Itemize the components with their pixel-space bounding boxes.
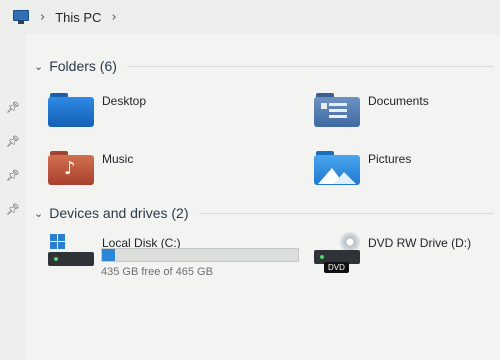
dvd-badge: DVD — [324, 262, 349, 273]
documents-folder-icon — [314, 90, 360, 128]
breadcrumb-chevron-icon[interactable]: › — [111, 10, 116, 25]
folder-documents[interactable]: Documents — [314, 90, 429, 128]
folder-pictures[interactable]: Pictures — [314, 148, 411, 186]
pin-icon[interactable]: 📌︎ — [6, 102, 20, 114]
pin-icon[interactable]: 📌︎ — [6, 170, 20, 182]
pin-icon[interactable]: 📌︎ — [6, 204, 20, 216]
dvd-drive-icon: DVD — [314, 232, 360, 273]
folder-label: Pictures — [368, 152, 412, 166]
pictures-folder-icon — [314, 148, 360, 186]
address-bar[interactable]: › This PC › — [0, 0, 500, 34]
folder-label: Music — [102, 152, 134, 166]
chevron-down-icon[interactable]: ⌄ — [34, 207, 43, 220]
drive-label: DVD RW Drive (D:) — [368, 236, 472, 250]
folder-label: Desktop — [102, 94, 147, 108]
local-disk-icon — [48, 232, 94, 270]
navigation-pane: 📌︎ 📌︎ 📌︎ 📌︎ — [0, 34, 22, 360]
breadcrumb-chevron-icon[interactable]: › — [40, 10, 45, 25]
folder-label: Documents — [368, 94, 429, 108]
devices-group-title: Devices and drives (2) — [49, 205, 189, 221]
folder-music[interactable]: ♪ Music — [48, 148, 133, 186]
disk-usage-bar — [101, 248, 299, 262]
folder-desktop[interactable]: Desktop — [48, 90, 146, 128]
desktop-folder-icon — [48, 90, 94, 128]
devices-group-header[interactable]: ⌄ Devices and drives (2) — [34, 205, 494, 221]
drive-dvd[interactable]: DVD DVD RW Drive (D:) — [314, 232, 472, 273]
divider — [126, 65, 494, 67]
folders-group-title: Folders (6) — [49, 58, 117, 74]
folders-group-header[interactable]: ⌄ Folders (6) — [34, 58, 494, 74]
divider — [198, 212, 494, 214]
computer-icon — [12, 8, 30, 26]
disk-usage-fill — [102, 249, 115, 261]
chevron-down-icon[interactable]: ⌄ — [34, 60, 43, 73]
disk-free-text: 435 GB free of 465 GB — [101, 266, 213, 278]
pin-icon[interactable]: 📌︎ — [6, 136, 20, 148]
music-folder-icon: ♪ — [48, 148, 94, 186]
breadcrumb-this-pc[interactable]: This PC — [55, 10, 101, 25]
content-pane: ⌄ Folders (6) Desktop Documents ♪ Music — [26, 34, 500, 360]
